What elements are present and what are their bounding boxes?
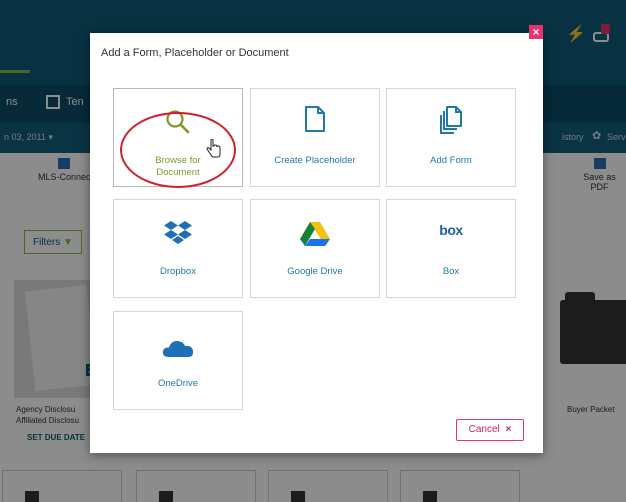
dropbox-label: Dropbox xyxy=(160,266,196,277)
google-drive-label: Google Drive xyxy=(287,266,343,277)
create-placeholder-tile[interactable]: Create Placeholder xyxy=(250,88,380,187)
add-form-label: Add Form xyxy=(430,155,472,166)
cancel-x-icon: × xyxy=(505,424,512,435)
close-icon[interactable]: × xyxy=(529,25,543,39)
onedrive-icon xyxy=(162,341,194,357)
cancel-label: Cancel xyxy=(468,424,500,435)
add-form-tile[interactable]: Add Form xyxy=(386,88,516,187)
box-icon: box xyxy=(439,222,463,238)
box-tile[interactable]: box Box xyxy=(386,199,516,298)
add-document-modal: Add a Form, Placeholder or Document × Br… xyxy=(90,25,543,453)
highlight-annotation-circle xyxy=(120,112,236,188)
modal-title: Add a Form, Placeholder or Document xyxy=(101,47,289,59)
file-icon xyxy=(305,106,325,132)
dropbox-icon xyxy=(164,221,192,244)
onedrive-tile[interactable]: OneDrive xyxy=(113,311,243,410)
cancel-button[interactable]: Cancel × xyxy=(456,419,524,441)
box-label: Box xyxy=(442,266,460,277)
google-drive-icon xyxy=(300,222,330,246)
copy-icon xyxy=(440,106,462,134)
dropbox-tile[interactable]: Dropbox xyxy=(113,199,243,298)
create-placeholder-label: Create Placeholder xyxy=(274,155,356,166)
onedrive-label: OneDrive xyxy=(157,378,199,389)
google-drive-tile[interactable]: Google Drive xyxy=(250,199,380,298)
